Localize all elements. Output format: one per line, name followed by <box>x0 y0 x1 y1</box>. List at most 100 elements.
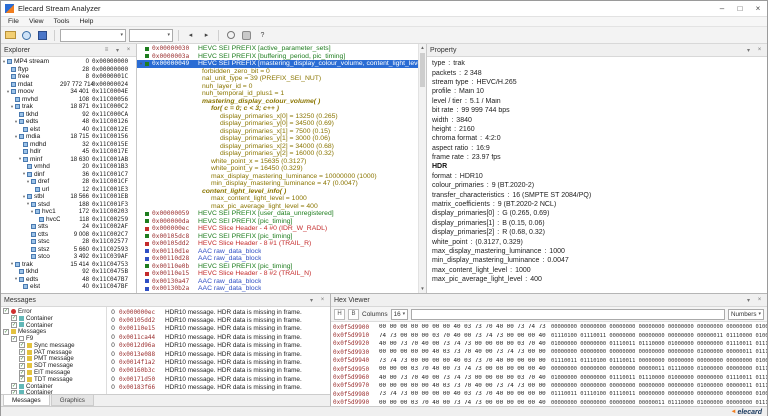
packet-row[interactable]: 0x0000003aHEVC SEI PREFIX [buffering_per… <box>137 53 418 61</box>
packet-row[interactable]: 0x00130b2aAAC raw_data_block <box>137 285 418 293</box>
checkbox[interactable]: ✓ <box>3 329 9 335</box>
tree-item-ctts[interactable]: ctts9 0080x11C002C7 <box>1 231 136 239</box>
property-row[interactable]: min_display_mastering_luminance:0.0047 <box>432 256 767 265</box>
close-icon[interactable]: × <box>755 297 764 303</box>
tree-item-mdia[interactable]: ▾mdia18 7150x11C00156 <box>1 133 136 141</box>
tree-item-mvhd[interactable]: mvhd1080x11C00056 <box>1 96 136 104</box>
checkbox[interactable]: ✓ <box>19 376 25 382</box>
packet-field-row[interactable]: max_content_light_level = 1000 <box>137 195 418 203</box>
property-row[interactable]: display_primaries[0]:G (0.265, 0.69) <box>432 209 767 218</box>
property-row[interactable]: height:2160 <box>432 125 767 134</box>
packet-field-row[interactable]: nuh_temporal_id_plus1 = 1 <box>137 90 418 98</box>
panel-menu-icon[interactable]: ▾ <box>744 297 753 304</box>
tree-item-trak[interactable]: ▾trak18 8710x11C000C2 <box>1 103 136 111</box>
tree-item-stsd[interactable]: ▾stsd1880x11C001F3 <box>1 201 136 209</box>
open-file-button[interactable] <box>4 29 17 42</box>
view-mode-dropdown[interactable]: ▾ <box>129 29 173 42</box>
checkbox[interactable]: ✓ <box>19 370 25 376</box>
open-url-button[interactable] <box>20 29 33 42</box>
options-icon[interactable]: ≡ <box>102 47 111 53</box>
close-icon[interactable]: × <box>124 47 133 53</box>
packet-row[interactable]: 0x00105dc8HEVC SEI PREFIX [pic_timing] <box>137 233 418 241</box>
message-filter-error[interactable]: ✓Error <box>1 308 106 315</box>
packet-row[interactable]: ▾0x00000049HEVC SEI PREFIX [mastering_di… <box>137 60 418 68</box>
tree-item-stbl[interactable]: ▾stbl18 5660x11C001EB <box>1 193 136 201</box>
packet-row[interactable]: 0x000000daHEVC SEI PREFIX [pic_timing] <box>137 218 418 226</box>
go-back-button[interactable]: ◂ <box>184 29 197 42</box>
property-row[interactable]: max_content_light_level:1000 <box>432 266 767 275</box>
close-icon[interactable]: × <box>755 47 764 53</box>
tree-item-stts[interactable]: stts240x11C002AF <box>1 223 136 231</box>
packet-field-row[interactable]: display_primaries_x[1] = 7500 (0.15) <box>137 128 418 136</box>
packet-field-row[interactable]: display_primaries_x[2] = 34000 (0.68) <box>137 143 418 151</box>
hex-row[interactable]: 0x0f5d994073 74 73 00 00 00 00 40 03 73 … <box>331 357 767 365</box>
property-row[interactable]: display_primaries[1]:B (0.15, 0.06) <box>432 219 767 228</box>
packet-row[interactable]: 0x00110e15HEVC Slice Header - 8 #2 (TRAI… <box>137 270 418 278</box>
tree-item-moov[interactable]: ▾moov34 4010x11C0004E <box>1 88 136 96</box>
property-row[interactable]: stream type:HEVC/H.265 <box>432 78 767 87</box>
packet-field-row[interactable]: white_point_x = 15635 (0.3127) <box>137 158 418 166</box>
tree-item-tkhd[interactable]: tkhd920x11C000CA <box>1 111 136 119</box>
message-row[interactable]: 00x00110e15HDR10 message. HDR data is mi… <box>107 325 330 333</box>
packet-field-row[interactable]: content_light_level_info( ) <box>137 188 418 196</box>
hex-row[interactable]: 0x0f5d999000 00 00 03 70 40 00 73 74 73 … <box>331 399 767 406</box>
tree-item-ftyp[interactable]: ftyp280x00000000 <box>1 66 136 74</box>
packet-field-row[interactable]: white_point_y = 16450 (0.329) <box>137 165 418 173</box>
packet-field-row[interactable]: max_pic_average_light_level = 400 <box>137 203 418 211</box>
hex-row[interactable]: 0x0f5d996040 00 73 70 40 00 73 74 73 00 … <box>331 373 767 381</box>
property-row[interactable]: level / tier:5.1 / Main <box>432 97 767 106</box>
hex-row[interactable]: 0x0f5d998073 74 73 00 00 00 00 40 03 73 … <box>331 390 767 398</box>
packet-field-row[interactable]: mastering_display_colour_volume( ) <box>137 98 418 106</box>
save-button[interactable] <box>36 29 49 42</box>
tree-item-mdat[interactable]: mdat297 772 7140x00000024 <box>1 81 136 89</box>
tree-item-vmhd[interactable]: vmhd200x11C001B3 <box>1 163 136 171</box>
packet-row[interactable]: 0x00000030HEVC SEI PREFIX [active_parame… <box>137 45 418 53</box>
hex-row[interactable]: 0x0f5d991074 73 00 00 00 03 70 40 00 73 … <box>331 331 767 339</box>
checkbox[interactable]: ✓ <box>19 356 25 362</box>
settings-button[interactable] <box>240 29 253 42</box>
message-row[interactable]: 00x00171d50HDR10 message. HDR data is mi… <box>107 375 330 383</box>
tree-item-edts[interactable]: ▾edts480x11C047B7 <box>1 276 136 284</box>
message-filter-tdt-message[interactable]: ✓TDT message <box>1 376 106 383</box>
packet-field-row[interactable]: nuh_layer_id = 0 <box>137 83 418 91</box>
menu-tools[interactable]: Tools <box>49 18 75 25</box>
message-row[interactable]: 00x0014f1a2HDR10 message. HDR data is mi… <box>107 358 330 366</box>
tree-item-hvcc[interactable]: hvcC1180x11C00259 <box>1 216 136 224</box>
menu-help[interactable]: Help <box>74 18 98 25</box>
property-row[interactable]: format:HDR10 <box>432 172 767 181</box>
packet-field-row[interactable]: display_primaries_y[2] = 16000 (0.32) <box>137 150 418 158</box>
property-row[interactable]: colour_primaries:9 (BT.2020-2) <box>432 181 767 190</box>
checkbox[interactable]: ✓ <box>11 383 17 389</box>
checkbox[interactable]: ✓ <box>11 322 17 328</box>
hex-row[interactable]: 0x0f5d993000 00 00 00 00 40 03 73 70 40 … <box>331 348 767 356</box>
message-row[interactable]: 00x00105dd2HDR10 message. HDR data is mi… <box>107 316 330 324</box>
scroll-down-icon[interactable]: ▼ <box>419 285 426 293</box>
property-row[interactable]: type:trak <box>432 59 767 68</box>
hex-view-mode-icon[interactable]: H <box>334 309 345 320</box>
hex-row[interactable]: 0x0f5d990000 00 00 00 00 00 00 40 03 73 … <box>331 323 767 331</box>
panel-menu-icon[interactable]: ▾ <box>113 47 122 54</box>
packet-row[interactable]: 0x00105dd2HEVC Slice Header - 8 #1 (TRAI… <box>137 240 418 248</box>
checkbox[interactable]: ✓ <box>11 315 17 321</box>
message-filter-container[interactable]: ✓Container <box>1 322 106 329</box>
packet-field-row[interactable]: forbidden_zero_bit = 0 <box>137 68 418 76</box>
tree-item-mp4-stream[interactable]: ▾MP4 stream00x00000000 <box>1 58 136 66</box>
packet-field-row[interactable]: min_display_mastering_luminance = 47 (0.… <box>137 180 418 188</box>
tree-item-dref[interactable]: ▾dref280x11C001CF <box>1 178 136 186</box>
tab-messages[interactable]: Messages <box>3 395 50 406</box>
message-filter-container[interactable]: ✓Container <box>1 383 106 390</box>
tree-item-dinf[interactable]: ▾dinf360x11C001C7 <box>1 171 136 179</box>
property-row[interactable]: width:3840 <box>432 115 767 124</box>
hex-row[interactable]: 0x0f5d992040 00 73 70 40 00 73 74 73 00 … <box>331 340 767 348</box>
property-row[interactable]: bit rate:99 999 744 bps <box>432 106 767 115</box>
scrollbar-thumb[interactable] <box>420 53 425 87</box>
hex-grid-icon[interactable]: B <box>348 309 359 320</box>
property-row[interactable]: transfer_characteristics:16 (SMPTE ST 20… <box>432 190 767 199</box>
help-button[interactable]: ? <box>256 29 269 42</box>
property-row[interactable]: display_primaries[2]:R (0.68, 0.32) <box>432 228 767 237</box>
packet-row[interactable]: 0x000000ecHEVC Slice Header - 4 #0 (IDR_… <box>137 225 418 233</box>
hex-row[interactable]: 0x0f5d995000 00 00 03 70 40 00 73 74 73 … <box>331 365 767 373</box>
message-row[interactable]: 00x0011ca44HDR10 message. HDR data is mi… <box>107 333 330 341</box>
panel-menu-icon[interactable]: ▾ <box>744 47 753 54</box>
property-row[interactable]: packets:2 348 <box>432 68 767 77</box>
